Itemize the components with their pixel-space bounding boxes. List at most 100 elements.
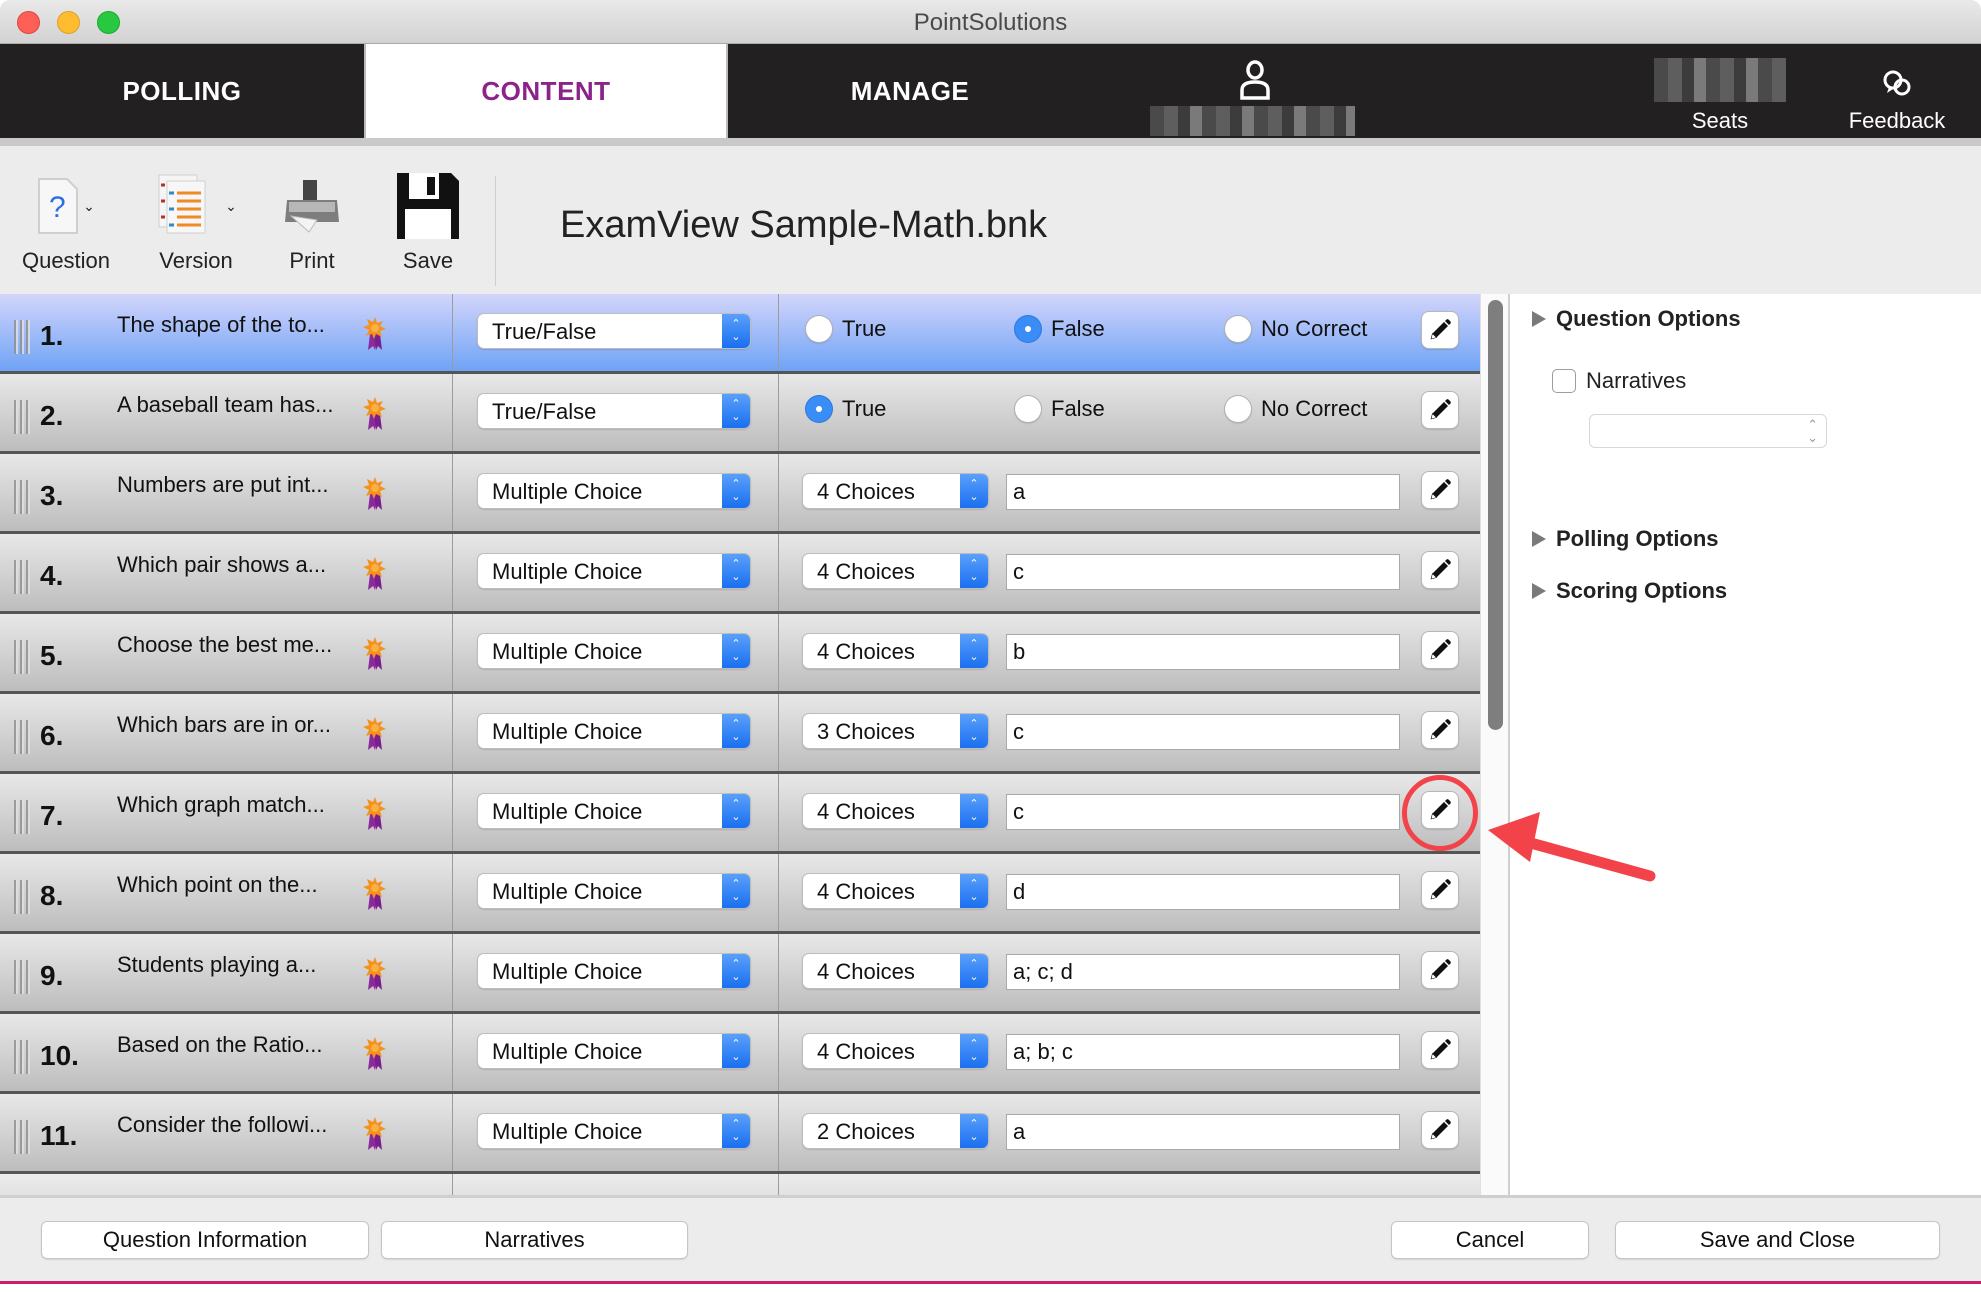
choice-count-select[interactable]: 4 Choices ⌃ ⌄ (803, 474, 988, 508)
correct-answer-input[interactable] (1006, 554, 1400, 590)
choice-count-select[interactable]: 4 Choices ⌃ ⌄ (803, 634, 988, 668)
question-type-select[interactable]: Multiple Choice ⌃ ⌄ (478, 874, 750, 908)
question-text[interactable]: Which point on the... (117, 872, 318, 898)
radio-button[interactable] (1015, 396, 1041, 422)
question-row[interactable]: 5. Choose the best me... Multiple Choice ⌃ ⌄… (0, 614, 1480, 694)
question-row[interactable]: 11. Consider the followi... Multiple Choic… (0, 1094, 1480, 1174)
question-row[interactable]: 7. Which graph match... Multiple Choice ⌃ ⌄ 4… (0, 774, 1480, 854)
question-text[interactable]: Based on the Ratio... (117, 1032, 322, 1058)
answer-radio-false[interactable]: False (1015, 316, 1105, 342)
drag-handle[interactable] (14, 720, 30, 754)
question-type-select[interactable]: Multiple Choice ⌃ ⌄ (478, 474, 750, 508)
question-row[interactable]: 1. The shape of the to... True/False ⌃ ⌄ True… (0, 294, 1480, 374)
drag-handle[interactable] (14, 1120, 30, 1154)
question-text[interactable]: Students playing a... (117, 952, 316, 978)
question-row[interactable]: 6. Which bars are in or... Multiple Choice… (0, 694, 1480, 774)
edit-question-button[interactable] (1422, 552, 1458, 588)
save-button[interactable]: Save (388, 170, 468, 274)
drag-handle[interactable] (14, 800, 30, 834)
choice-count-select[interactable]: 3 Choices ⌃ ⌄ (803, 714, 988, 748)
answer-radio-true[interactable]: True (806, 316, 886, 342)
cancel-button[interactable]: Cancel (1392, 1222, 1588, 1258)
question-type-select[interactable]: Multiple Choice ⌃ ⌄ (478, 954, 750, 988)
edit-question-button[interactable] (1422, 952, 1458, 988)
correct-answer-input[interactable] (1006, 794, 1400, 830)
drag-handle[interactable] (14, 640, 30, 674)
question-row[interactable]: 8. Which point on the... Multiple Choice ⌃ ⌄… (0, 854, 1480, 934)
version-menu-button[interactable]: ⌄ Version (146, 170, 246, 274)
question-text[interactable]: Which graph match... (117, 792, 325, 818)
edit-question-button[interactable] (1422, 1112, 1458, 1148)
question-row[interactable]: 3. Numbers are put int... Multiple Choice ⌃… (0, 454, 1480, 534)
choice-count-select[interactable]: 4 Choices ⌃ ⌄ (803, 1034, 988, 1068)
radio-button[interactable] (1225, 396, 1251, 422)
question-type-select[interactable]: Multiple Choice ⌃ ⌄ (478, 714, 750, 748)
narratives-checkbox[interactable]: Narratives (1552, 368, 1686, 394)
question-text[interactable]: The shape of the to... (117, 312, 325, 338)
question-row[interactable]: 2. A baseball team has... True/False ⌃ ⌄ True… (0, 374, 1480, 454)
edit-question-button[interactable] (1422, 1032, 1458, 1068)
radio-button[interactable] (806, 396, 832, 422)
question-row[interactable]: 10. Based on the Ratio... Multiple Choice ⌃… (0, 1014, 1480, 1094)
choice-count-select[interactable]: 4 Choices ⌃ ⌄ (803, 874, 988, 908)
question-type-select[interactable]: Multiple Choice ⌃ ⌄ (478, 1114, 750, 1148)
edit-question-button[interactable] (1422, 872, 1458, 908)
edit-question-button[interactable] (1422, 792, 1458, 828)
question-text[interactable]: Which bars are in or... (117, 712, 331, 738)
answer-radio-no-correct[interactable]: No Correct (1225, 396, 1367, 422)
user-account[interactable] (1150, 60, 1360, 136)
drag-handle[interactable] (14, 1040, 30, 1074)
polling-options-header[interactable]: Polling Options (1532, 526, 1719, 552)
edit-question-button[interactable] (1422, 312, 1458, 348)
scrollbar-thumb[interactable] (1488, 300, 1503, 730)
checkbox-box[interactable] (1552, 369, 1576, 393)
question-text[interactable]: Numbers are put int... (117, 472, 329, 498)
answer-radio-no-correct[interactable]: No Correct (1225, 316, 1367, 342)
correct-answer-input[interactable] (1006, 874, 1400, 910)
drag-handle[interactable] (14, 560, 30, 594)
question-type-select[interactable]: True/False ⌃ ⌄ (478, 394, 750, 428)
answer-radio-false[interactable]: False (1015, 396, 1105, 422)
edit-question-button[interactable] (1422, 392, 1458, 428)
tab-manage[interactable]: MANAGE (728, 44, 1092, 138)
question-type-select[interactable]: Multiple Choice ⌃ ⌄ (478, 794, 750, 828)
edit-question-button[interactable] (1422, 712, 1458, 748)
questions-scrollbar[interactable] (1480, 294, 1508, 1195)
radio-button[interactable] (1225, 316, 1251, 342)
correct-answer-input[interactable] (1006, 634, 1400, 670)
question-options-header[interactable]: Question Options (1532, 306, 1741, 332)
question-text[interactable]: Consider the followi... (117, 1112, 327, 1138)
drag-handle[interactable] (14, 400, 30, 434)
question-type-select[interactable]: True/False ⌃ ⌄ (478, 314, 750, 348)
question-menu-button[interactable]: ? ⌄ Question (16, 170, 116, 274)
narratives-button[interactable]: Narratives (382, 1222, 687, 1258)
question-type-select[interactable]: Multiple Choice ⌃ ⌄ (478, 634, 750, 668)
correct-answer-input[interactable] (1006, 954, 1400, 990)
save-and-close-button[interactable]: Save and Close (1616, 1222, 1939, 1258)
radio-button[interactable] (1015, 316, 1041, 342)
question-row[interactable]: 9. Students playing a... Multiple Choice ⌃ ⌄… (0, 934, 1480, 1014)
question-type-select[interactable]: Multiple Choice ⌃ ⌄ (478, 1034, 750, 1068)
edit-question-button[interactable] (1422, 632, 1458, 668)
question-text[interactable]: A baseball team has... (117, 392, 333, 418)
tab-polling[interactable]: POLLING (0, 44, 364, 138)
question-information-button[interactable]: Question Information (42, 1222, 368, 1258)
drag-handle[interactable] (14, 320, 30, 354)
question-text[interactable]: Choose the best me... (117, 632, 332, 658)
question-row[interactable]: 4. Which pair shows a... Multiple Choice ⌃ ⌄… (0, 534, 1480, 614)
question-text[interactable]: Which pair shows a... (117, 552, 326, 578)
choice-count-select[interactable]: 4 Choices ⌃ ⌄ (803, 554, 988, 588)
print-button[interactable]: Print (272, 170, 352, 274)
feedback-button[interactable]: Feedback (1832, 68, 1962, 134)
drag-handle[interactable] (14, 480, 30, 514)
narratives-select[interactable]: ⌃ ⌄ (1589, 414, 1827, 448)
choice-count-select[interactable]: 4 Choices ⌃ ⌄ (803, 954, 988, 988)
choice-count-select[interactable]: 4 Choices ⌃ ⌄ (803, 794, 988, 828)
question-type-select[interactable]: Multiple Choice ⌃ ⌄ (478, 554, 750, 588)
correct-answer-input[interactable] (1006, 474, 1400, 510)
drag-handle[interactable] (14, 880, 30, 914)
answer-radio-true[interactable]: True (806, 396, 886, 422)
correct-answer-input[interactable] (1006, 714, 1400, 750)
drag-handle[interactable] (14, 960, 30, 994)
correct-answer-input[interactable] (1006, 1034, 1400, 1070)
